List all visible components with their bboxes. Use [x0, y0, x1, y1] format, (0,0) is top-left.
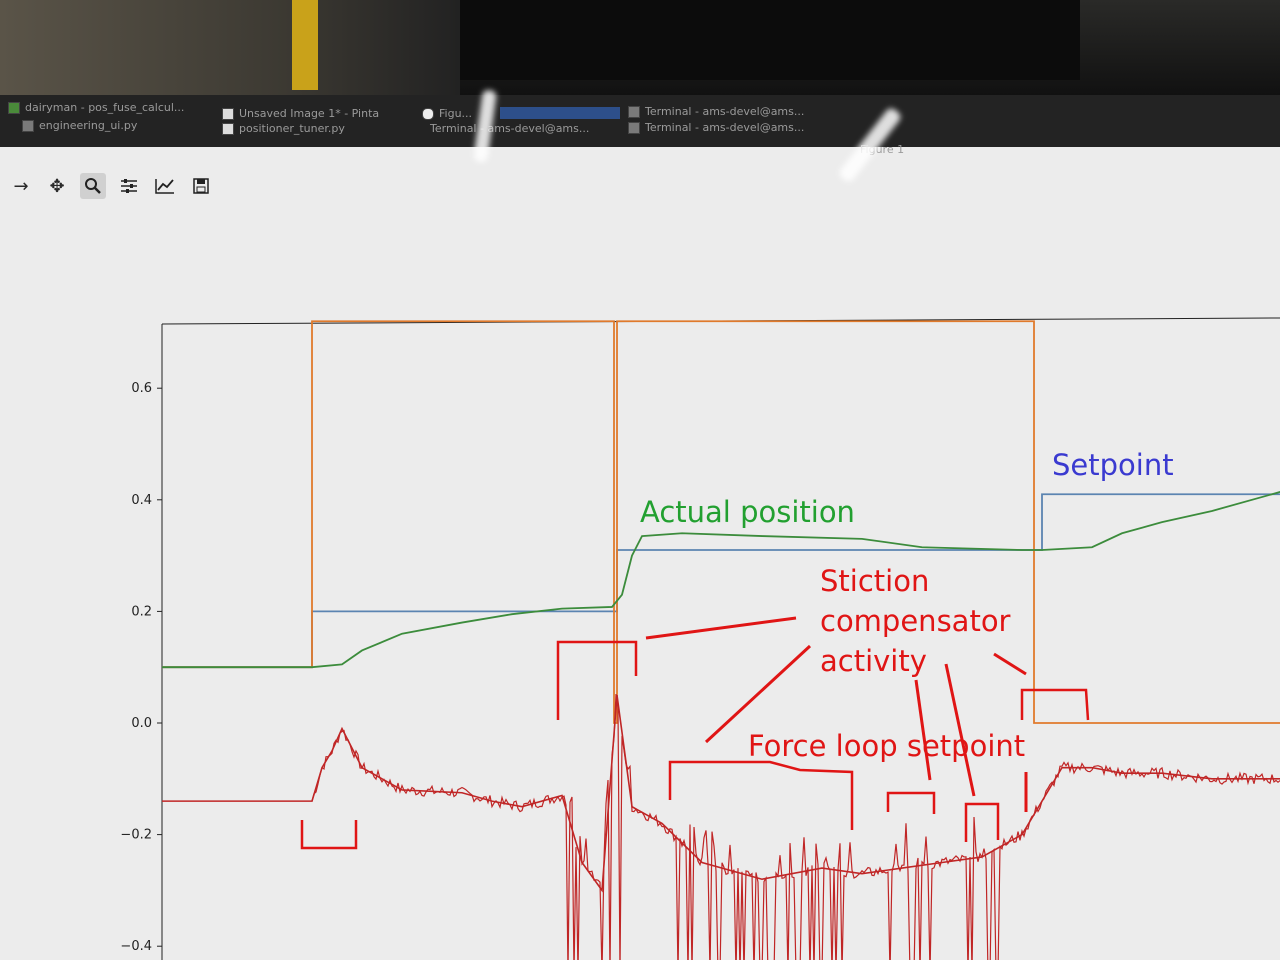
- y-tick-label: 0.2: [131, 604, 152, 619]
- y-tick-label: 0.0: [131, 716, 152, 731]
- pointer-line: [645, 616, 797, 640]
- bracket-mark: [300, 820, 358, 850]
- force-loop-label: Force loop setpoint: [748, 729, 1026, 763]
- bracket-mark: [556, 640, 638, 720]
- stiction-label-line3: activity: [820, 644, 927, 678]
- setpoint-label: Setpoint: [1052, 448, 1174, 482]
- y-tick-label: −0.4: [120, 939, 152, 954]
- stiction-label-line1: Stiction: [820, 564, 930, 598]
- y-tick-label: −0.2: [120, 828, 152, 843]
- actual-position-label: Actual position: [640, 495, 855, 529]
- y-tick-label: 0.4: [131, 493, 152, 508]
- series-line: [162, 694, 1280, 893]
- bracket-mark: [964, 802, 1000, 842]
- bracket-mark: [1020, 688, 1090, 721]
- pointer-line: [993, 652, 1027, 676]
- plot-lines: [162, 320, 1280, 960]
- bracket-mark: [886, 791, 936, 814]
- stiction-label-line2: compensator: [820, 604, 1011, 638]
- bracket-mark: [668, 760, 854, 830]
- y-tick-label: 0.6: [131, 381, 152, 396]
